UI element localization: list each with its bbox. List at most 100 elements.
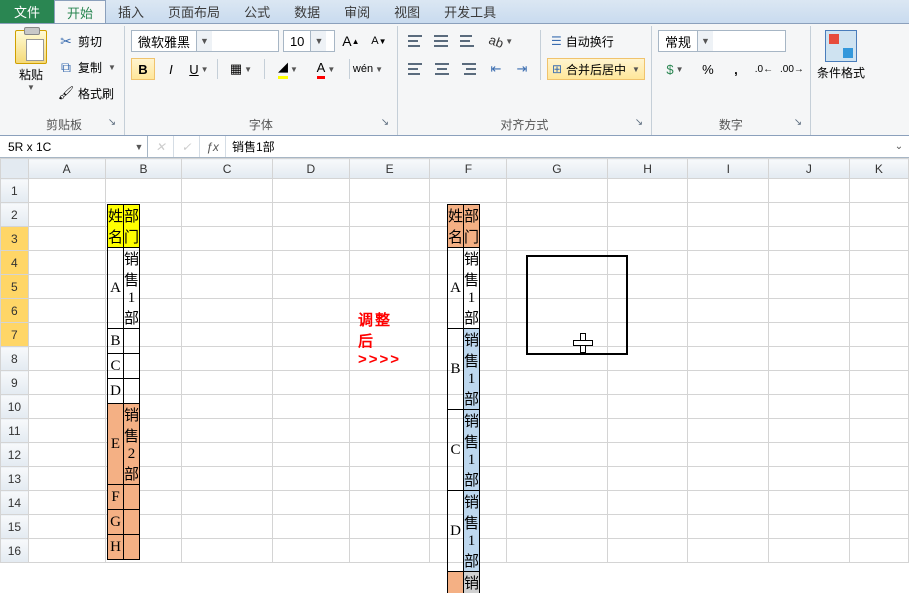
cell-C2[interactable]: [182, 203, 273, 227]
enter-button[interactable]: ✓: [174, 136, 200, 157]
cell-K13[interactable]: [849, 467, 908, 491]
cell-J2[interactable]: [769, 203, 850, 227]
cell-C14[interactable]: [182, 491, 273, 515]
fill-color-button[interactable]: ◢▼: [271, 58, 305, 80]
merge-center-button[interactable]: ⊞合并后居中▼: [547, 58, 645, 80]
tab-数据[interactable]: 数据: [282, 0, 332, 23]
cell-H6[interactable]: [607, 299, 688, 323]
cell-D8[interactable]: [272, 347, 349, 371]
row-head-16[interactable]: 16: [1, 539, 29, 563]
cell-J7[interactable]: [769, 323, 850, 347]
cell-E13[interactable]: [349, 467, 430, 491]
cell-H8[interactable]: [607, 347, 688, 371]
cell-C3[interactable]: [182, 227, 273, 251]
cell-K6[interactable]: [849, 299, 908, 323]
row-head-8[interactable]: 8: [1, 347, 29, 371]
cell-G14[interactable]: [507, 491, 607, 515]
increase-indent-button[interactable]: [510, 58, 534, 80]
cell-A9[interactable]: [28, 371, 105, 395]
row-head-1[interactable]: 1: [1, 179, 29, 203]
tab-视图[interactable]: 视图: [382, 0, 432, 23]
underline-button[interactable]: U▼: [187, 58, 211, 80]
dialog-launcher-icon[interactable]: ↘: [379, 117, 391, 129]
cell-G12[interactable]: [507, 443, 607, 467]
dialog-launcher-icon[interactable]: ↘: [633, 117, 645, 129]
cell-E14[interactable]: [349, 491, 430, 515]
conditional-formatting-button[interactable]: 条件格式: [817, 28, 865, 81]
tab-公式[interactable]: 公式: [232, 0, 282, 23]
name-box[interactable]: 5R x 1C▼: [0, 136, 148, 157]
cell-A12[interactable]: [28, 443, 105, 467]
cell-J15[interactable]: [769, 515, 850, 539]
cell-G15[interactable]: [507, 515, 607, 539]
cell-K11[interactable]: [849, 419, 908, 443]
cell-A4[interactable]: [28, 251, 105, 275]
cell-H15[interactable]: [607, 515, 688, 539]
cell-K1[interactable]: [849, 179, 908, 203]
cell-J12[interactable]: [769, 443, 850, 467]
cell-K12[interactable]: [849, 443, 908, 467]
row-head-4[interactable]: 4: [1, 251, 29, 275]
align-bottom-button[interactable]: [456, 30, 480, 52]
cell-F1[interactable]: [430, 179, 507, 203]
dialog-launcher-icon[interactable]: ↘: [792, 117, 804, 129]
col-head-F[interactable]: F: [430, 159, 507, 179]
tab-开发工具[interactable]: 开发工具: [432, 0, 508, 23]
font-size-combo[interactable]: 10▼: [283, 30, 335, 52]
cell-B1[interactable]: [105, 179, 182, 203]
cell-J5[interactable]: [769, 275, 850, 299]
row-head-14[interactable]: 14: [1, 491, 29, 515]
col-head-D[interactable]: D: [272, 159, 349, 179]
cell-H7[interactable]: [607, 323, 688, 347]
cell-E11[interactable]: [349, 419, 430, 443]
cell-K5[interactable]: [849, 275, 908, 299]
cell-H3[interactable]: [607, 227, 688, 251]
spreadsheet-grid[interactable]: ABCDEFGHIJK12345678910111213141516 姓名部门A…: [0, 158, 909, 593]
cell-H2[interactable]: [607, 203, 688, 227]
cell-I9[interactable]: [688, 371, 769, 395]
cell-G1[interactable]: [507, 179, 607, 203]
copy-button[interactable]: 复制▼: [56, 56, 118, 78]
cell-K3[interactable]: [849, 227, 908, 251]
cell-C12[interactable]: [182, 443, 273, 467]
cell-I10[interactable]: [688, 395, 769, 419]
cell-E2[interactable]: [349, 203, 430, 227]
cell-E15[interactable]: [349, 515, 430, 539]
cell-C13[interactable]: [182, 467, 273, 491]
cell-A8[interactable]: [28, 347, 105, 371]
cell-J13[interactable]: [769, 467, 850, 491]
dialog-launcher-icon[interactable]: ↘: [106, 117, 118, 129]
cell-I1[interactable]: [688, 179, 769, 203]
row-head-10[interactable]: 10: [1, 395, 29, 419]
fx-button[interactable]: ƒx: [200, 136, 226, 157]
cell-J1[interactable]: [769, 179, 850, 203]
accounting-format-button[interactable]: $▼: [658, 58, 692, 80]
cell-D16[interactable]: [272, 539, 349, 563]
cell-D13[interactable]: [272, 467, 349, 491]
cell-I16[interactable]: [688, 539, 769, 563]
col-head-A[interactable]: A: [28, 159, 105, 179]
grow-font-button[interactable]: A▲: [339, 30, 363, 52]
cell-D5[interactable]: [272, 275, 349, 299]
cell-D1[interactable]: [272, 179, 349, 203]
cell-K16[interactable]: [849, 539, 908, 563]
cell-D14[interactable]: [272, 491, 349, 515]
tab-页面布局[interactable]: 页面布局: [156, 0, 232, 23]
cell-D12[interactable]: [272, 443, 349, 467]
cell-K15[interactable]: [849, 515, 908, 539]
cell-H16[interactable]: [607, 539, 688, 563]
cell-J14[interactable]: [769, 491, 850, 515]
cell-I13[interactable]: [688, 467, 769, 491]
row-head-6[interactable]: 6: [1, 299, 29, 323]
col-head-K[interactable]: K: [849, 159, 908, 179]
cell-C10[interactable]: [182, 395, 273, 419]
cell-A1[interactable]: [28, 179, 105, 203]
cell-D6[interactable]: [272, 299, 349, 323]
cell-H5[interactable]: [607, 275, 688, 299]
cell-A5[interactable]: [28, 275, 105, 299]
cell-C15[interactable]: [182, 515, 273, 539]
col-head-E[interactable]: E: [349, 159, 430, 179]
cell-C16[interactable]: [182, 539, 273, 563]
cell-I3[interactable]: [688, 227, 769, 251]
cell-I4[interactable]: [688, 251, 769, 275]
